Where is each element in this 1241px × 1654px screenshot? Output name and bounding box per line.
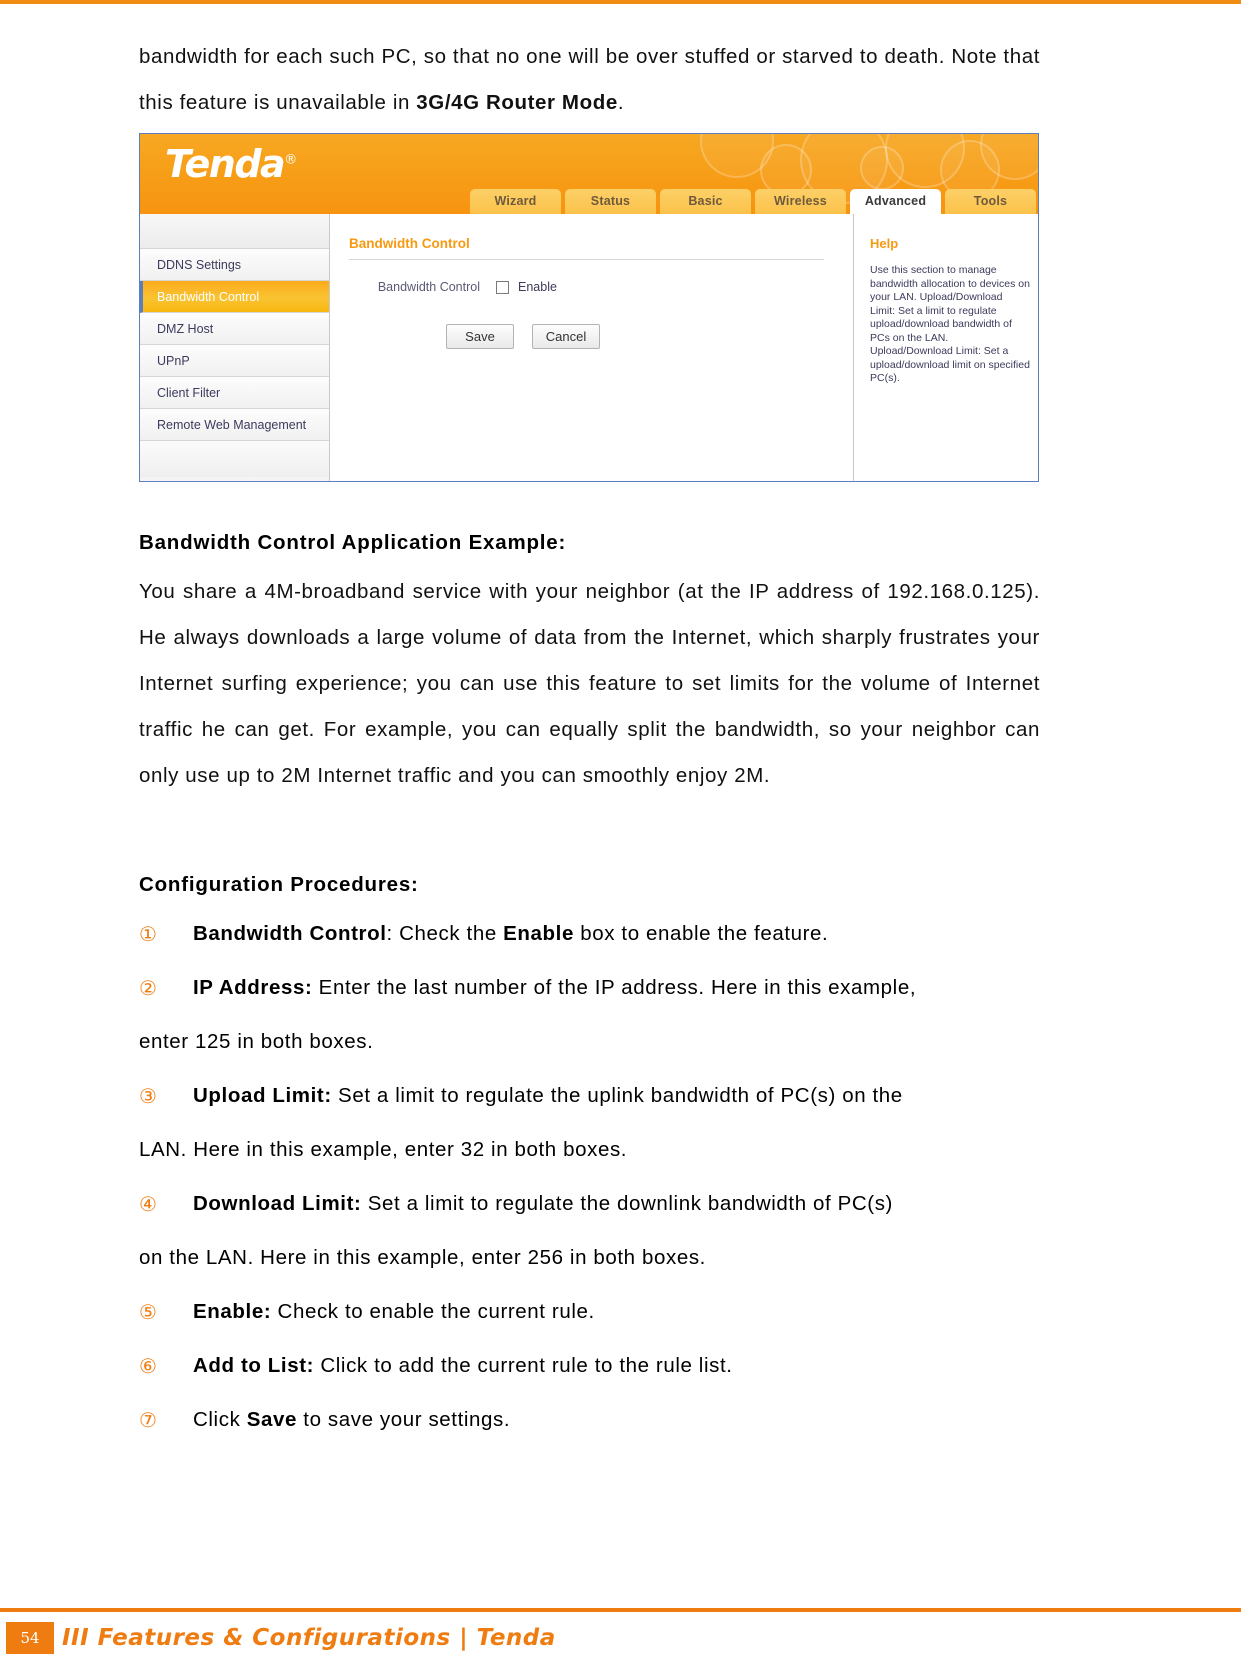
list-marker-5: ⑤ <box>139 1300 157 1324</box>
list-item-1-text: Bandwidth Control: Check the Enable box … <box>167 911 1040 957</box>
procedures-section: Configuration Procedures: ① Bandwidth Co… <box>139 855 1040 1451</box>
list-item: ⑤ Enable: Check to enable the current ru… <box>139 1289 1040 1335</box>
page-number: 54 <box>6 1622 54 1654</box>
list-item: ⑦ Click Save to save your settings. <box>139 1397 1040 1443</box>
enable-checkbox[interactable] <box>496 280 509 294</box>
content-panel-title: Bandwidth Control <box>349 236 470 251</box>
list-marker-6: ⑥ <box>139 1354 157 1378</box>
content-title-divider <box>349 259 824 260</box>
list-item: ③ Upload Limit: Set a limit to regulate … <box>139 1073 1040 1119</box>
list-item-5-text: Enable: Check to enable the current rule… <box>167 1289 1040 1335</box>
save-button[interactable]: Save <box>446 324 514 349</box>
bandwidth-control-row: Bandwidth Control Enable <box>346 280 853 294</box>
example-section: Bandwidth Control Application Example: Y… <box>139 513 1040 807</box>
list-item-4-continuation: on the LAN. Here in this example, enter … <box>139 1246 706 1269</box>
tenda-logo: Tenda® <box>165 142 297 186</box>
list-item: ② IP Address: Enter the last number of t… <box>139 965 1040 1011</box>
list-marker-4: ④ <box>139 1192 157 1216</box>
tab-status[interactable]: Status <box>565 189 656 214</box>
list-item-6-rest: Click to add the current rule to the rul… <box>314 1354 733 1377</box>
enable-checkbox-label: Enable <box>518 280 557 294</box>
footer-rule <box>0 1608 1241 1612</box>
sidebar-filler <box>140 441 329 477</box>
router-body: DDNS Settings Bandwidth Control DMZ Host… <box>140 214 1038 481</box>
sidebar-item-bandwidth-control[interactable]: Bandwidth Control <box>140 281 329 313</box>
list-item-2-continuation: enter 125 in both boxes. <box>139 1030 374 1053</box>
list-item-3-rest: Set a limit to regulate the uplink bandw… <box>331 1084 903 1107</box>
intro-paragraph-block: bandwidth for each such PC, so that no o… <box>139 34 1040 134</box>
procedures-heading: Configuration Procedures: <box>139 873 419 896</box>
router-sidebar: DDNS Settings Bandwidth Control DMZ Host… <box>140 214 330 481</box>
list-item-7-rest: Click <box>193 1408 247 1431</box>
list-item-1-bold: Bandwidth Control <box>193 922 387 945</box>
list-marker-2: ② <box>139 976 157 1000</box>
cancel-button[interactable]: Cancel <box>532 324 600 349</box>
help-panel-body: Use this section to manage bandwidth all… <box>870 264 1030 384</box>
tenda-logo-text: Tenda <box>165 142 286 186</box>
page-top-rule <box>0 0 1241 4</box>
list-item: ④ Download Limit: Set a limit to regulat… <box>139 1181 1040 1227</box>
list-item-1-rest2: box to enable the feature. <box>573 922 829 945</box>
list-item-7-bold2: Save <box>246 1408 297 1431</box>
example-heading: Bandwidth Control Application Example: <box>139 531 567 554</box>
tab-wizard[interactable]: Wizard <box>470 189 561 214</box>
list-item-5-bold: Enable: <box>193 1300 272 1323</box>
tab-basic[interactable]: Basic <box>660 189 751 214</box>
list-item-2-text: IP Address: Enter the last number of the… <box>167 965 1040 1011</box>
router-tab-bar: Wizard Status Basic Wireless Advanced To… <box>470 189 1036 214</box>
bandwidth-control-label: Bandwidth Control <box>377 280 480 294</box>
sidebar-item-ddns-settings[interactable]: DDNS Settings <box>140 249 329 281</box>
intro-paragraph: bandwidth for each such PC, so that no o… <box>139 34 1040 126</box>
list-item-1-bold2: Enable <box>503 922 574 945</box>
list-item-1-rest: : Check the <box>386 922 504 945</box>
intro-text-part2: . <box>617 91 625 114</box>
list-item-7-text: Click Save to save your settings. <box>167 1397 1040 1443</box>
tab-tools[interactable]: Tools <box>945 189 1036 214</box>
list-item: ⑥ Add to List: Click to add the current … <box>139 1343 1040 1389</box>
list-item-3-bold: Upload Limit: <box>193 1084 332 1107</box>
form-button-row: Save Cancel <box>446 324 853 349</box>
list-item-7-rest2: to save your settings. <box>297 1408 511 1431</box>
sidebar-item-upnp[interactable]: UPnP <box>140 345 329 377</box>
list-item-4-text: Download Limit: Set a limit to regulate … <box>167 1181 1040 1227</box>
list-item-6-text: Add to List: Click to add the current ru… <box>167 1343 1040 1389</box>
list-item-3-text: Upload Limit: Set a limit to regulate th… <box>167 1073 1040 1119</box>
help-panel-title: Help <box>870 236 899 251</box>
list-item-4-rest: Set a limit to regulate the downlink ban… <box>361 1192 893 1215</box>
list-item-4-bold: Download Limit: <box>193 1192 362 1215</box>
tab-advanced[interactable]: Advanced <box>850 189 941 214</box>
router-help-panel: Help Use this section to manage bandwidt… <box>853 214 1038 481</box>
sidebar-item-remote-web-management[interactable]: Remote Web Management <box>140 409 329 441</box>
footer-title: III Features & Configurations | Tenda <box>62 1625 556 1651</box>
example-paragraph: You share a 4M-broadband service with yo… <box>139 580 1040 787</box>
router-ui-screenshot: Tenda® Wizard Status Basic Wireless Adva… <box>139 133 1039 482</box>
sidebar-item-client-filter[interactable]: Client Filter <box>140 377 329 409</box>
list-item-2-rest: Enter the last number of the IP address.… <box>312 976 917 999</box>
list-marker-7: ⑦ <box>139 1408 157 1432</box>
sidebar-header-strip <box>140 214 329 249</box>
router-header: Tenda® Wizard Status Basic Wireless Adva… <box>140 134 1038 214</box>
list-item-5-rest: Check to enable the current rule. <box>271 1300 595 1323</box>
list-item: ① Bandwidth Control: Check the Enable bo… <box>139 911 1040 957</box>
list-item-6-bold: Add to List: <box>193 1354 315 1377</box>
sidebar-item-dmz-host[interactable]: DMZ Host <box>140 313 329 345</box>
list-marker-1: ① <box>139 922 157 946</box>
list-item-3-continuation: LAN. Here in this example, enter 32 in b… <box>139 1138 628 1161</box>
intro-text-bold: 3G/4G Router Mode <box>416 91 618 114</box>
router-content-panel: Bandwidth Control Bandwidth Control Enab… <box>330 214 853 481</box>
list-marker-3: ③ <box>139 1084 157 1108</box>
list-item-2-bold: IP Address: <box>193 976 313 999</box>
registered-mark-icon: ® <box>284 152 297 168</box>
tab-wireless[interactable]: Wireless <box>755 189 846 214</box>
